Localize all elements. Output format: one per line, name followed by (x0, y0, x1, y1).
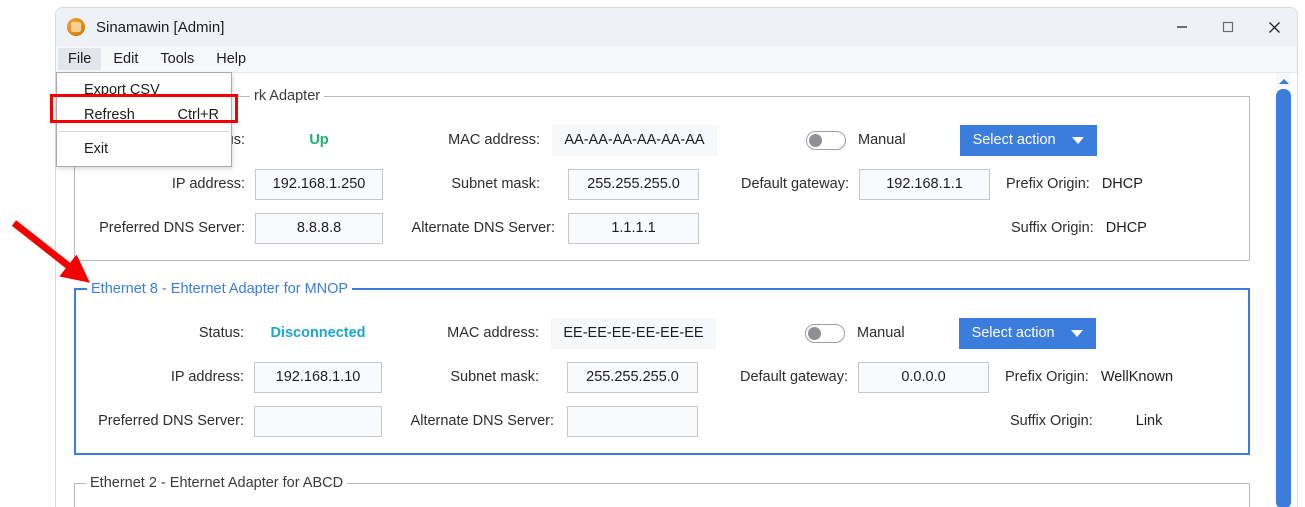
maximize-button[interactable] (1205, 8, 1251, 46)
menu-option-label: Refresh (84, 106, 135, 123)
suffix-origin-value: Link (1135, 413, 1163, 429)
prefix-origin-value: DHCP (1101, 176, 1143, 192)
status-label: Status: (198, 325, 244, 341)
select-action-label: Select action (971, 325, 1055, 341)
subnet-mask-field[interactable]: 255.255.255.0 (567, 361, 698, 393)
window-controls (1159, 8, 1297, 46)
chevron-down-icon (1070, 329, 1083, 337)
preferred-dns-field[interactable]: 8.8.8.8 (255, 212, 383, 244)
dhcp-manual-toggle[interactable] (806, 130, 846, 150)
prefix-origin-label: Prefix Origin: (1005, 369, 1089, 385)
preferred-dns-field[interactable] (254, 405, 382, 437)
suffix-origin-label: Suffix Origin: (1011, 220, 1094, 236)
adapter-panel-ethernet-8[interactable]: Ethernet 8 - Ehternet Adapter for MNOP S… (74, 281, 1250, 455)
ip-address-label: IP address: (170, 369, 244, 385)
close-button[interactable] (1251, 8, 1297, 46)
title-bar[interactable]: Sinamawin [Admin] (56, 8, 1297, 46)
menu-item-help[interactable]: Help (206, 48, 256, 70)
menu-item-tools[interactable]: Tools (150, 48, 204, 70)
minimize-button[interactable] (1159, 8, 1205, 46)
vertical-scrollbar[interactable] (1276, 73, 1291, 507)
menu-option-label: Export CSV (84, 81, 160, 98)
toggle-knob (809, 133, 822, 147)
ip-address-label: IP address: (171, 176, 245, 192)
status-value: Disconnected (270, 325, 366, 341)
toggle-mode-label: Manual (858, 132, 906, 148)
ip-address-field[interactable]: 192.168.1.250 (255, 168, 383, 200)
adapter-panel-legend: Ethernet 8 - Ehternet Adapter for MNOP (87, 281, 353, 297)
subnet-mask-field[interactable]: 255.255.255.0 (568, 168, 699, 200)
adapters-scroll-area: rk Adapter Status: Up MAC address: AA-AA… (56, 73, 1297, 507)
alternate-dns-label: Alternate DNS Server: (410, 413, 554, 429)
scroll-up-arrow-icon (1278, 78, 1289, 84)
alternate-dns-field[interactable]: 1.1.1.1 (568, 212, 699, 244)
preferred-dns-label: Preferred DNS Server: (98, 413, 244, 429)
adapter-panel-network[interactable]: rk Adapter Status: Up MAC address: AA-AA… (74, 88, 1250, 261)
menu-bar: File Edit Tools Help (56, 46, 1297, 73)
select-action-button[interactable]: Select action (958, 317, 1096, 349)
prefix-origin-value: WellKnown (1100, 369, 1174, 385)
toggle-knob (808, 326, 821, 340)
dhcp-manual-toggle[interactable] (805, 323, 845, 343)
default-gateway-label: Default gateway: (740, 176, 849, 192)
scroll-up-button[interactable] (1276, 73, 1291, 89)
menu-separator (59, 131, 229, 132)
select-action-label: Select action (972, 132, 1056, 148)
subnet-mask-label: Subnet mask: (450, 369, 539, 385)
alternate-dns-field[interactable] (567, 405, 698, 437)
preferred-dns-label: Preferred DNS Server: (99, 220, 245, 236)
window-title: Sinamawin [Admin] (96, 18, 225, 36)
menu-option-refresh[interactable]: Refresh Ctrl+R (57, 102, 231, 127)
menu-item-edit[interactable]: Edit (103, 48, 148, 70)
mac-address-field: AA-AA-AA-AA-AA-AA (552, 124, 717, 156)
adapter-panel-ethernet-2[interactable]: Ethernet 2 - Ehternet Adapter for ABCD (74, 475, 1250, 507)
menu-option-label: Exit (84, 140, 109, 157)
prefix-origin-label: Prefix Origin: (1006, 176, 1090, 192)
default-gateway-label: Default gateway: (739, 369, 848, 385)
menu-item-file[interactable]: File (58, 48, 102, 70)
adapter-panel-legend: rk Adapter (250, 88, 325, 104)
mac-address-label: MAC address: (448, 132, 540, 148)
application-window: Sinamawin [Admin] File Edit Tools Help r… (55, 7, 1298, 507)
toggle-mode-label: Manual (857, 325, 905, 341)
mac-address-field: EE-EE-EE-EE-EE-EE (551, 317, 716, 349)
scrollbar-thumb[interactable] (1276, 89, 1291, 507)
alternate-dns-label: Alternate DNS Server: (411, 220, 555, 236)
adapter-panel-legend: Ethernet 2 - Ehternet Adapter for ABCD (86, 475, 348, 491)
suffix-origin-label: Suffix Origin: (1010, 413, 1093, 429)
mac-address-label: MAC address: (447, 325, 539, 341)
menu-option-shortcut: Ctrl+R (177, 106, 220, 123)
subnet-mask-label: Subnet mask: (451, 176, 540, 192)
file-menu-dropdown: Export CSV Refresh Ctrl+R Exit (56, 72, 232, 167)
menu-option-export-csv[interactable]: Export CSV (57, 77, 231, 102)
chevron-down-icon (1071, 136, 1084, 144)
default-gateway-field[interactable]: 0.0.0.0 (858, 361, 989, 393)
default-gateway-field[interactable]: 192.168.1.1 (859, 168, 990, 200)
suffix-origin-value: DHCP (1105, 220, 1147, 236)
menu-option-exit[interactable]: Exit (57, 136, 231, 161)
status-value: Up (309, 132, 329, 148)
app-icon (67, 18, 85, 36)
ip-address-field[interactable]: 192.168.1.10 (254, 361, 382, 393)
select-action-button[interactable]: Select action (959, 124, 1097, 156)
